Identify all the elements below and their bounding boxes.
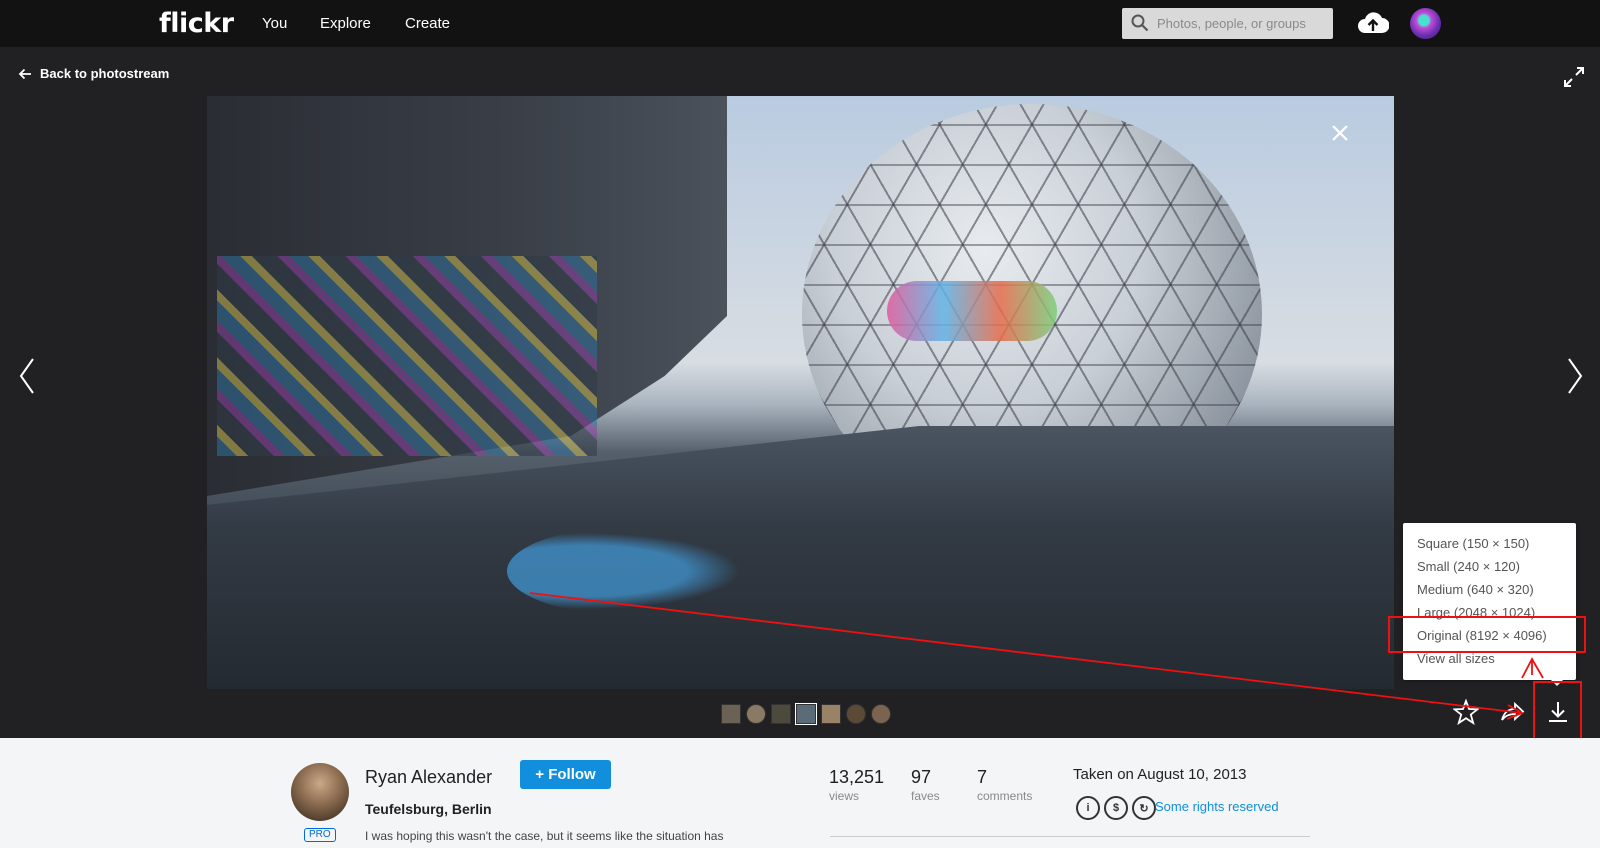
back-label: Back to photostream: [40, 66, 170, 81]
thumbnail[interactable]: [721, 704, 741, 724]
size-option-square[interactable]: Square (150 × 150): [1417, 536, 1529, 551]
flickr-logo[interactable]: flickr: [159, 8, 234, 39]
search-icon: [1131, 14, 1149, 32]
user-avatar[interactable]: [1410, 8, 1441, 39]
stat-views: 13,251 views: [829, 767, 884, 803]
previous-photo-icon[interactable]: [17, 357, 37, 395]
upload-cloud-icon[interactable]: [1357, 9, 1389, 37]
nav-you[interactable]: You: [262, 15, 287, 32]
license-link[interactable]: Some rights reserved: [1155, 799, 1279, 814]
share-icon[interactable]: [1499, 699, 1525, 725]
photo-graffiti-tag: [887, 281, 1057, 341]
stat-value: 7: [977, 767, 988, 787]
owner-name[interactable]: Ryan Alexander: [365, 767, 492, 788]
back-to-photostream-link[interactable]: Back to photostream: [18, 66, 169, 81]
size-option-small[interactable]: Small (240 × 120): [1417, 559, 1520, 574]
fullscreen-icon[interactable]: [1563, 66, 1585, 88]
stat-label: faves: [911, 789, 940, 803]
photo-viewer: Back to photostream: [0, 47, 1600, 738]
stat-label: comments: [977, 789, 1033, 803]
photo-floor-mural: [507, 526, 767, 616]
taken-date: Taken on August 10, 2013: [1073, 766, 1247, 783]
annotation-box-original: [1388, 616, 1586, 653]
thumbnail[interactable]: [771, 704, 791, 724]
view-all-sizes-link[interactable]: View all sizes: [1417, 651, 1495, 666]
arrow-left-icon: [18, 68, 31, 79]
stat-label: views: [829, 789, 860, 803]
stat-faves: 97 faves: [911, 767, 940, 803]
photo-graffiti: [217, 256, 597, 456]
fave-star-icon[interactable]: [1453, 699, 1479, 725]
nav-create[interactable]: Create: [405, 15, 450, 32]
size-option-medium[interactable]: Medium (640 × 320): [1417, 582, 1534, 597]
main-photo: [207, 96, 1394, 689]
thumbnail[interactable]: [746, 704, 766, 724]
photo-title: Teufelsburg, Berlin: [365, 801, 492, 817]
thumbnail-selected[interactable]: [795, 703, 817, 725]
search-input[interactable]: Photos, people, or groups: [1122, 8, 1333, 39]
photo-description: I was hoping this wasn't the case, but i…: [365, 829, 724, 843]
thumbnail-strip: [721, 703, 891, 725]
search-placeholder: Photos, people, or groups: [1157, 16, 1306, 31]
license-icons: i $ ↻: [1076, 796, 1156, 820]
follow-button[interactable]: + Follow: [520, 760, 611, 789]
thumbnail[interactable]: [846, 704, 866, 724]
thumbnail[interactable]: [821, 704, 841, 724]
divider: [830, 836, 1310, 837]
thumbnail[interactable]: [871, 704, 891, 724]
stat-value: 97: [911, 767, 932, 787]
pro-badge: PRO: [304, 828, 336, 842]
download-size-menu: Square (150 × 150) Small (240 × 120) Med…: [1403, 523, 1576, 680]
owner-avatar[interactable]: [291, 763, 349, 821]
next-photo-icon[interactable]: [1565, 357, 1585, 395]
close-icon[interactable]: [1331, 124, 1349, 142]
nav-explore[interactable]: Explore: [320, 15, 371, 32]
annotation-box-download: [1533, 681, 1582, 746]
photo-info-panel: [0, 738, 1600, 848]
cc-noncommercial-icon[interactable]: $: [1104, 796, 1128, 820]
top-nav: flickr You Explore Create Photos, people…: [0, 0, 1600, 47]
stat-comments: 7 comments: [977, 767, 1032, 803]
cc-attribution-icon[interactable]: i: [1076, 796, 1100, 820]
stat-value: 13,251: [829, 767, 885, 787]
cc-sharealike-icon[interactable]: ↻: [1132, 796, 1156, 820]
